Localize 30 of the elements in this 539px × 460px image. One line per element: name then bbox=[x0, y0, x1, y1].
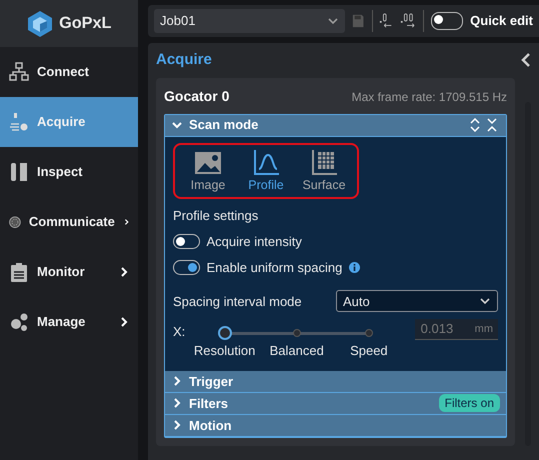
slider-label: Resolution bbox=[194, 342, 256, 360]
slider-label: Speed bbox=[350, 342, 388, 360]
sidebar-item[interactable]: Communicate bbox=[0, 197, 138, 247]
mode-option[interactable]: Profile bbox=[239, 148, 293, 194]
dropdown[interactable]: Auto bbox=[336, 290, 498, 312]
toggle-label: Enable uniform spacing bbox=[206, 258, 342, 277]
section-header[interactable]: Motion bbox=[165, 414, 506, 437]
section-header[interactable]: Filters Filters on bbox=[165, 392, 506, 415]
sidebar-item[interactable]: Connect bbox=[0, 47, 138, 97]
panel-title: Acquire bbox=[156, 50, 212, 70]
unit-label: mm bbox=[470, 318, 498, 340]
slider-label: Balanced bbox=[270, 342, 324, 360]
sidebar-item[interactable]: Manage bbox=[0, 297, 138, 347]
sidebar-item[interactable]: Inspect bbox=[0, 147, 138, 197]
field-label: Spacing interval mode bbox=[173, 292, 302, 311]
mode-option[interactable]: Image bbox=[181, 148, 235, 194]
value-field[interactable]: 0.013 bbox=[414, 318, 471, 340]
job-dropdown[interactable]: Job01 bbox=[154, 9, 346, 33]
section-header[interactable]: Trigger bbox=[165, 370, 506, 393]
sidebar-item[interactable]: Monitor bbox=[0, 247, 138, 297]
frame-rate-text: Max frame rate: 1709.515 Hz bbox=[352, 88, 507, 106]
toggle-label: Acquire intensity bbox=[206, 232, 302, 251]
mode-option[interactable]: Surface bbox=[297, 148, 351, 194]
settings-heading: Profile settings bbox=[173, 206, 260, 225]
axis-label: X: bbox=[173, 323, 186, 341]
app-name: GoPxL bbox=[59, 13, 112, 34]
filters-badge: Filters on bbox=[438, 394, 500, 412]
sensor-name: Gocator 0 bbox=[164, 87, 230, 106]
toggle-label: Quick edit bbox=[470, 12, 533, 30]
section-header[interactable]: Scan mode bbox=[165, 114, 506, 136]
